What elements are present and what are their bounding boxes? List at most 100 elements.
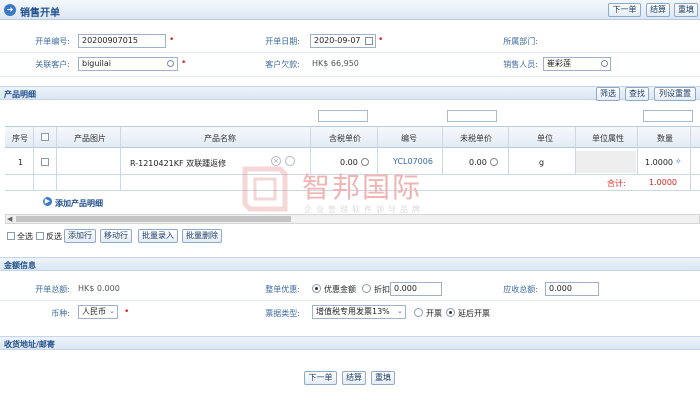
product-section-header[interactable]: 产品明细 <box>0 86 700 100</box>
select-all-checkbox[interactable] <box>7 232 15 240</box>
col-image: 产品图片 <box>74 134 106 143</box>
add-icon[interactable]: ▶ <box>43 197 52 206</box>
calendar-icon[interactable] <box>365 37 373 45</box>
arrow-right-icon: ➜ <box>4 4 16 16</box>
grid-line <box>442 126 443 174</box>
next-order-button[interactable]: 下一单 <box>304 371 337 385</box>
add-detail-link[interactable]: 添加产品明细 <box>55 198 103 209</box>
invoice-later-label[interactable]: 延后开票 <box>458 308 490 319</box>
calc-icon[interactable] <box>361 158 369 166</box>
required-mark: • <box>181 58 187 68</box>
row-checkbox[interactable] <box>41 158 49 166</box>
row-divider <box>0 52 700 53</box>
total-qty: 1.0000 <box>649 178 677 187</box>
customer-label: 关联客户: <box>35 60 70 69</box>
shipping-section-header[interactable]: 收货地址/邮寄 <box>0 336 700 350</box>
order-no-label: 开单编号: <box>35 37 70 46</box>
filter-input[interactable] <box>643 110 693 122</box>
search-icon[interactable] <box>601 60 608 67</box>
invoice-type-select[interactable]: 增值税专用发票13% <box>312 305 406 319</box>
discount-label: 整单优惠: <box>265 285 300 294</box>
row-divider <box>0 76 700 77</box>
col-name: 产品名称 <box>204 134 236 143</box>
refill-button[interactable]: 重填 <box>371 371 395 385</box>
discount-amount-radio[interactable] <box>312 284 321 293</box>
required-mark: • <box>378 35 384 45</box>
col-code: 编号 <box>401 134 417 143</box>
customer-input[interactable]: biguilai <box>78 57 178 71</box>
invoice-now-radio[interactable] <box>414 308 423 317</box>
brand-logo <box>242 166 288 212</box>
select-all-label[interactable]: 全选 <box>17 231 33 242</box>
col-tax-price: 含税单价 <box>329 134 361 143</box>
col-net-price: 未税单价 <box>460 134 492 143</box>
scroll-left-icon[interactable]: ◀ <box>7 215 12 223</box>
batch-entry-button[interactable]: 批量录入 <box>138 229 178 243</box>
invoice-later-radio[interactable] <box>446 308 455 317</box>
search-icon[interactable] <box>167 60 174 67</box>
receivable-input[interactable]: 0.000 <box>545 282 599 296</box>
add-row-button[interactable]: 添加行 <box>64 229 96 243</box>
grid-line <box>33 126 34 190</box>
move-row-button[interactable]: 移动行 <box>100 229 132 243</box>
col-index: 序号 <box>12 134 28 143</box>
invert-checkbox[interactable] <box>36 232 44 240</box>
owed-label: 客户欠款: <box>265 60 300 69</box>
settle-button[interactable]: 结算 <box>646 3 670 17</box>
net-price[interactable]: 0.00 <box>469 158 487 167</box>
scrollbar-thumb[interactable] <box>16 216 291 222</box>
discount-rate-radio[interactable] <box>362 284 371 293</box>
row-index: 1 <box>18 158 24 167</box>
receivable-label: 应收总额: <box>503 285 538 294</box>
required-mark: • <box>169 35 175 45</box>
owed-value: HK$ 66,950 <box>312 59 359 68</box>
unit-value[interactable]: g <box>539 158 544 167</box>
unit-attr-cell <box>576 151 636 173</box>
dept-label: 所属部门: <box>503 37 538 46</box>
watermark-text: 智邦国际 <box>302 171 423 204</box>
batch-delete-button[interactable]: 批量删除 <box>182 229 222 243</box>
grid-line <box>120 126 121 190</box>
filter-button[interactable]: 筛选 <box>596 87 620 101</box>
select-all-checkbox[interactable] <box>41 133 49 141</box>
next-order-button[interactable]: 下一单 <box>608 3 641 17</box>
amount-section-title: 金额信息 <box>4 261 36 270</box>
invoice-now-label[interactable]: 开票 <box>426 308 442 319</box>
calc-icon[interactable] <box>490 158 498 166</box>
date-label: 开单日期: <box>265 37 300 46</box>
currency-label: 币种: <box>51 309 70 318</box>
settle-button[interactable]: 结算 <box>342 371 366 385</box>
sales-label: 销售人员: <box>503 60 538 69</box>
discount-amount-label[interactable]: 优惠金额 <box>324 284 356 295</box>
order-no-input[interactable]: 20200907015 <box>78 34 166 48</box>
chevron-down-icon[interactable]: ⌄ <box>109 307 115 315</box>
order-total-value: HK$ 0.000 <box>78 284 120 293</box>
product-section-title: 产品明细 <box>4 90 36 99</box>
invert-label[interactable]: 反选 <box>46 231 62 242</box>
col-unit-attr: 单位属性 <box>592 134 624 143</box>
col-unit: 单位 <box>537 134 553 143</box>
page-title: 销售开单 <box>20 8 60 19</box>
amount-section-header[interactable]: 金额信息 <box>0 257 700 271</box>
reset-columns-button[interactable]: 列设重置 <box>654 87 696 101</box>
grid-line <box>690 126 691 190</box>
title-bar <box>0 0 700 20</box>
row-divider <box>0 300 700 301</box>
stepper-icon[interactable]: ✧ <box>675 157 682 166</box>
discount-input[interactable]: 0.000 <box>390 282 442 296</box>
filter-input[interactable] <box>318 110 368 122</box>
grid-line <box>56 126 57 190</box>
discount-rate-label[interactable]: 折扣 <box>374 284 390 295</box>
shipping-section-title: 收货地址/邮寄 <box>4 340 55 349</box>
refill-button[interactable]: 重填 <box>674 3 698 17</box>
product-name[interactable]: R-1210421KF 双联踵返修 <box>130 158 226 169</box>
col-qty: 数量 <box>657 134 673 143</box>
qty-value[interactable]: 1.0000 <box>645 158 673 167</box>
chevron-down-icon[interactable]: ⌄ <box>397 307 403 315</box>
product-code[interactable]: YCL07006 <box>393 157 433 166</box>
required-mark: • <box>124 307 130 317</box>
grid-line <box>637 126 638 174</box>
order-total-label: 开单总额: <box>35 285 70 294</box>
search-button[interactable]: 查找 <box>625 87 649 101</box>
filter-input[interactable] <box>447 110 497 122</box>
